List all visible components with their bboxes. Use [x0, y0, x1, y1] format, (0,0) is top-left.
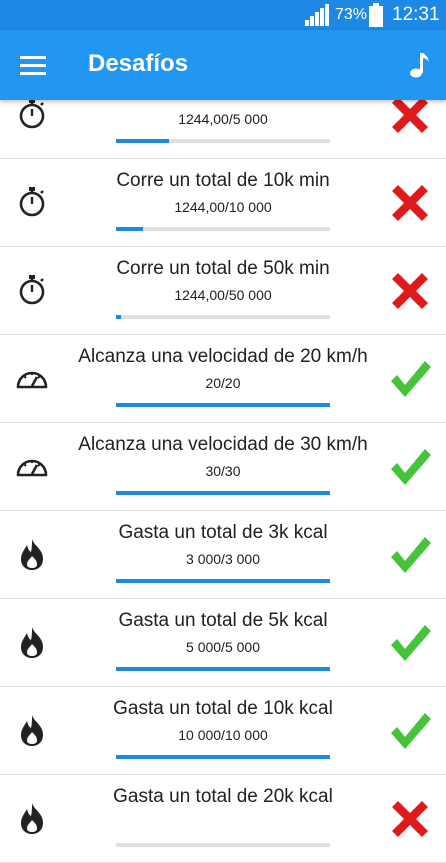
check-icon	[388, 709, 432, 753]
challenge-name: Corre un total de 10k min	[116, 170, 330, 191]
challenge-row[interactable]: Alcanza una velocidad de 20 km/h 20/20	[0, 335, 446, 423]
speedometer-icon	[14, 360, 50, 396]
speedometer-icon	[14, 448, 50, 484]
challenge-row[interactable]: Gasta un total de 10k kcal 10 000/10 000	[0, 687, 446, 775]
progress-fill	[116, 579, 330, 583]
flame-icon	[14, 712, 50, 748]
challenge-row[interactable]: Gasta un total de 20k kcal	[0, 775, 446, 863]
challenge-list: 1244,00/5 000 Corre un total de 10k min 12…	[0, 71, 446, 863]
flame-icon	[14, 624, 50, 660]
challenge-progress: 1244,00/5 000	[178, 111, 268, 127]
status-bar: 73% 12:31	[0, 0, 446, 30]
challenge-name: Alcanza una velocidad de 30 km/h	[78, 434, 368, 455]
flame-icon	[14, 800, 50, 836]
challenge-row[interactable]: Gasta un total de 3k kcal 3 000/3 000	[0, 511, 446, 599]
challenge-name: Gasta un total de 3k kcal	[118, 522, 328, 543]
challenge-row[interactable]: Corre un total de 50k min 1244,00/50 000	[0, 247, 446, 335]
challenge-row[interactable]: Corre un total de 10k min 1244,00/10 000	[0, 159, 446, 247]
check-icon	[388, 445, 432, 489]
stopwatch-icon	[14, 96, 50, 132]
progress-fill	[116, 315, 122, 319]
challenge-progress: 1244,00/50 000	[174, 287, 272, 303]
progress-fill	[116, 491, 330, 495]
progress-bar	[116, 843, 330, 847]
menu-icon[interactable]	[20, 54, 46, 76]
progress-bar	[116, 227, 330, 231]
progress-bar	[116, 403, 330, 407]
page-title: Desafíos	[88, 50, 189, 77]
progress-bar	[116, 491, 330, 495]
challenge-name: Alcanza una velocidad de 20 km/h	[78, 346, 368, 367]
challenge-row[interactable]: Alcanza una velocidad de 30 km/h 30/30	[0, 423, 446, 511]
progress-fill	[116, 667, 330, 671]
challenge-progress: 20/20	[205, 375, 241, 391]
challenge-progress: 5 000/5 000	[186, 639, 260, 655]
progress-bar	[116, 579, 330, 583]
progress-bar	[116, 755, 330, 759]
stopwatch-icon	[14, 272, 50, 308]
progress-bar	[116, 315, 330, 319]
stopwatch-icon	[14, 184, 50, 220]
progress-fill	[116, 139, 170, 143]
cross-icon	[388, 181, 432, 225]
challenge-progress: 3 000/3 000	[186, 551, 260, 567]
challenge-name: Gasta un total de 20k kcal	[113, 786, 333, 807]
check-icon	[388, 621, 432, 665]
challenge-progress: 1244,00/10 000	[174, 199, 272, 215]
battery-icon	[369, 3, 383, 27]
cross-icon	[388, 269, 432, 313]
challenge-name: Corre un total de 50k min	[116, 258, 330, 279]
progress-fill	[116, 403, 330, 407]
challenge-progress: 10 000/10 000	[178, 727, 268, 743]
flame-icon	[14, 536, 50, 572]
progress-bar	[116, 667, 330, 671]
check-icon	[388, 533, 432, 577]
music-note-icon[interactable]	[407, 50, 431, 80]
signal-icon	[305, 4, 329, 26]
progress-fill	[116, 755, 330, 759]
battery-percent: 73%	[335, 6, 368, 23]
cross-icon	[388, 797, 432, 841]
clock: 12:31	[392, 4, 440, 25]
challenge-name: Gasta un total de 10k kcal	[113, 698, 333, 719]
app-bar: Desafíos	[0, 30, 446, 100]
challenge-row[interactable]: Gasta un total de 5k kcal 5 000/5 000	[0, 599, 446, 687]
progress-bar	[116, 139, 330, 143]
challenge-progress: 30/30	[205, 463, 241, 479]
check-icon	[388, 357, 432, 401]
challenge-name: Gasta un total de 5k kcal	[118, 610, 328, 631]
progress-fill	[116, 227, 143, 231]
